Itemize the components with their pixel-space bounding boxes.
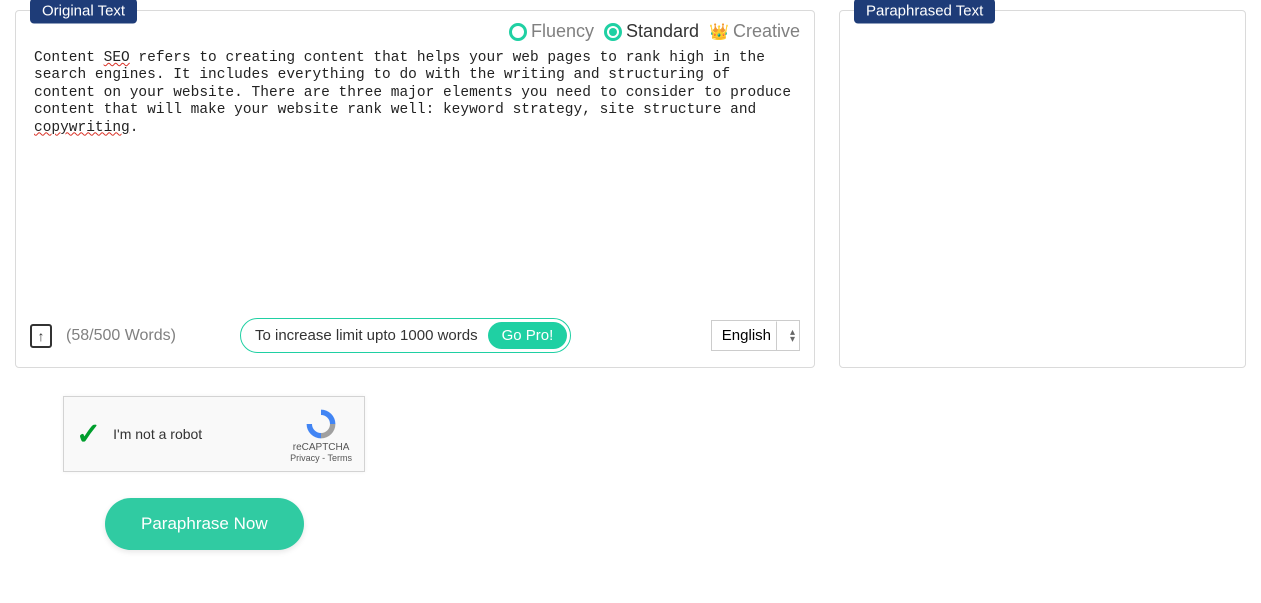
mode-fluency[interactable]: Fluency <box>509 21 594 42</box>
mode-standard-label: Standard <box>626 21 699 42</box>
recaptcha-brand-text: reCAPTCHA <box>293 442 350 453</box>
recaptcha-logo-icon <box>303 406 339 442</box>
radio-icon-filled <box>604 23 622 41</box>
crown-icon: 👑 <box>709 22 729 42</box>
dropdown-arrows-icon: ▴▾ <box>790 329 795 343</box>
recaptcha-links[interactable]: Privacy - Terms <box>290 453 352 463</box>
pro-pill-text: To increase limit upto 1000 words <box>255 327 478 344</box>
text-segment: . <box>130 120 139 136</box>
language-dropdown[interactable]: English ▴▾ <box>711 320 800 351</box>
paraphrased-text-label: Paraphrased Text <box>854 0 995 24</box>
original-text-panel: Original Text Fluency Standard 👑 Creativ… <box>15 10 815 368</box>
upload-icon[interactable] <box>30 324 52 348</box>
word-count: (58/500 Words) <box>66 327 176 345</box>
paraphrased-text-panel: Paraphrased Text <box>839 10 1246 368</box>
text-segment: refers to creating content that helps yo… <box>34 50 791 118</box>
language-value: English <box>722 327 771 344</box>
mode-standard[interactable]: Standard <box>604 21 699 42</box>
go-pro-button[interactable]: Go Pro! <box>488 322 568 349</box>
mode-fluency-label: Fluency <box>531 21 594 42</box>
recaptcha-text: I'm not a robot <box>113 426 278 442</box>
spellcheck-underline: copywriting <box>34 120 130 136</box>
mode-creative-label: Creative <box>733 21 800 42</box>
mode-creative[interactable]: 👑 Creative <box>709 21 800 42</box>
checkmark-icon: ✓ <box>76 417 101 452</box>
recaptcha-widget[interactable]: ✓ I'm not a robot reCAPTCHA Privacy - Te… <box>63 396 365 472</box>
radio-icon-empty <box>509 23 527 41</box>
paraphrase-now-button[interactable]: Paraphrase Now <box>105 498 304 550</box>
go-pro-pill: To increase limit upto 1000 words Go Pro… <box>240 318 571 353</box>
spellcheck-underline: SEO <box>104 50 130 66</box>
text-segment: Content <box>34 50 104 66</box>
recaptcha-branding: reCAPTCHA Privacy - Terms <box>290 406 352 463</box>
original-text-label: Original Text <box>30 0 137 24</box>
original-text-textarea[interactable]: Content SEO refers to creating content t… <box>16 48 814 308</box>
bottom-toolbar: (58/500 Words) To increase limit upto 10… <box>16 308 814 367</box>
